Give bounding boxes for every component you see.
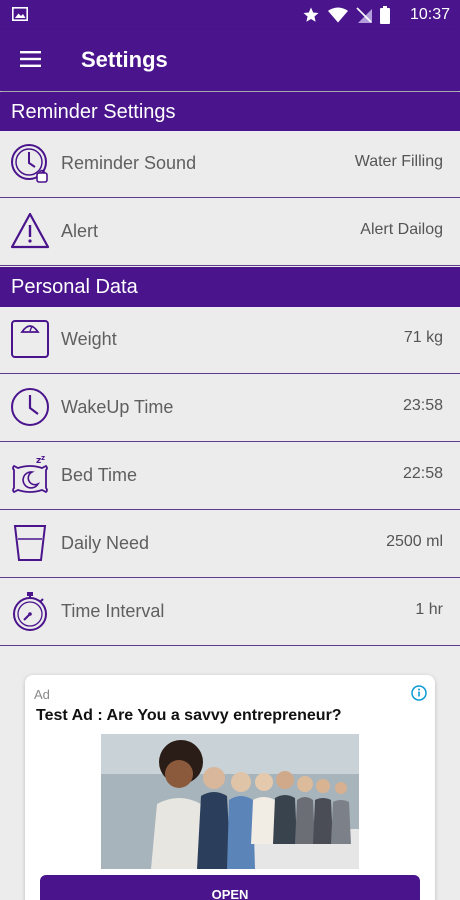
setting-label: Weight [61,329,117,349]
setting-row-daily-need[interactable]: Daily Need 2500 ml [0,511,460,578]
setting-value: 1 hr [415,601,443,618]
setting-value: Water Filling [354,153,443,170]
star-icon [303,7,319,22]
setting-row-reminder-sound[interactable]: Reminder Sound Water Filling [0,131,460,198]
section-header-reminder-settings: Reminder Settings [0,92,460,132]
setting-value: 2500 ml [386,533,443,550]
page-title: Settings [81,47,168,72]
ad-headline: Test Ad : Are You a savvy entrepreneur? [36,707,342,724]
info-icon[interactable] [411,685,427,701]
svg-text:z: z [41,454,45,462]
status-icons [302,5,390,25]
setting-value: 23:58 [402,397,443,414]
setting-row-wakeup-time[interactable]: WakeUp Time 23:58 [0,375,460,442]
setting-label: Time Interval [61,601,165,621]
setting-value: 22:58 [402,465,443,482]
alarm-clock-icon [11,144,48,183]
image-icon [12,7,28,21]
ad-image[interactable] [101,734,359,869]
wifi-icon [328,7,348,23]
setting-row-time-interval[interactable]: Time Interval 1 hr [0,579,460,646]
sleep-icon: z z [12,454,48,494]
section-header-personal-data: Personal Data [0,267,460,307]
status-time: 10:37 [409,6,450,23]
water-glass-icon [13,525,47,561]
ad-label: Ad [34,687,50,702]
setting-row-bed-time[interactable]: z z Bed Time 22:58 [0,443,460,510]
setting-value: Alert Dailog [360,221,443,238]
setting-row-weight[interactable]: Weight 71 kg [0,307,460,374]
setting-row-alert[interactable]: Alert Alert Dailog [0,199,460,266]
stopwatch-icon [13,592,47,631]
setting-label: Alert [61,221,99,241]
open-button[interactable]: OPEN [40,875,420,900]
clock-icon [11,388,49,426]
scale-icon [11,320,49,358]
ad-card[interactable]: Ad Test Ad : Are You a savvy entrepreneu… [25,675,435,900]
warning-icon [10,212,50,249]
menu-icon[interactable] [20,50,42,68]
setting-label: Bed Time [61,465,138,485]
app-bar: Settings [0,30,460,91]
no-sim-icon [356,7,372,23]
battery-icon [380,6,390,24]
status-bar: 10:37 [0,0,460,30]
setting-value: 71 kg [403,329,443,346]
setting-label: Reminder Sound [61,153,197,173]
setting-label: WakeUp Time [61,397,174,417]
setting-label: Daily Need [61,533,150,553]
